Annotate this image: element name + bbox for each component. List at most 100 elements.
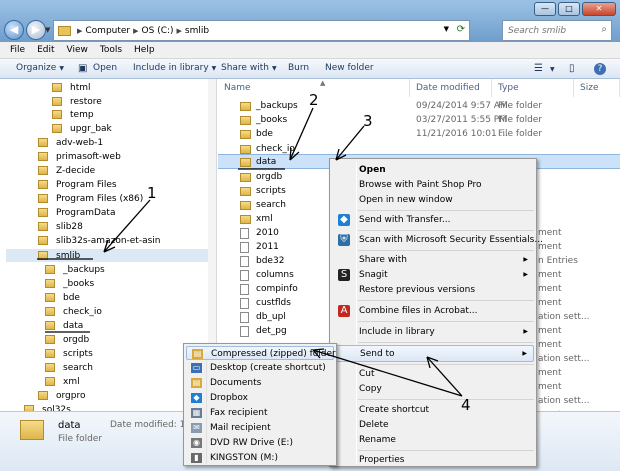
share-with-button[interactable]: Share with ▼: [221, 63, 277, 73]
file-row[interactable]: _books 03/27/2011 5:55 PM File folder: [218, 113, 620, 128]
maximize-button[interactable]: □: [558, 2, 580, 16]
menu-edit[interactable]: Edit: [37, 45, 54, 55]
file-icon: [240, 284, 249, 295]
nav-item-smlib[interactable]: smlib: [6, 249, 208, 262]
menu-separator: [358, 230, 534, 231]
address-bar[interactable]: ▶ Computer ▶ OS (C:) ▶ smlib ▼ ⟳: [53, 20, 470, 41]
nav-item[interactable]: check_io: [45, 305, 102, 318]
nav-item-label: search: [63, 362, 93, 373]
nav-item[interactable]: orgpro: [38, 389, 85, 402]
send-to-kingston-drive[interactable]: ▮ KINGSTON (M:): [186, 451, 334, 465]
organize-button[interactable]: Organize ▼: [16, 63, 64, 73]
menu-item-restore-previous-versions[interactable]: Restore previous versions: [332, 282, 534, 299]
menu-file[interactable]: File: [10, 45, 25, 55]
nav-item[interactable]: sol32s: [24, 403, 71, 411]
chevron-right-icon[interactable]: ▶: [77, 27, 82, 35]
help-icon[interactable]: ?: [594, 63, 606, 75]
nav-item[interactable]: orgdb: [45, 333, 89, 346]
menu-item-send-with-transfer[interactable]: ◆ Send with Transfer...: [332, 212, 534, 229]
back-button[interactable]: ◀: [4, 20, 24, 40]
open-button[interactable]: Open: [93, 63, 117, 73]
search-icon[interactable]: ⌕: [601, 24, 607, 35]
nav-item[interactable]: _backups: [45, 263, 105, 276]
folder-icon: [240, 102, 251, 111]
new-folder-button[interactable]: New folder: [325, 63, 374, 73]
burn-button[interactable]: Burn: [288, 63, 309, 73]
column-header-size[interactable]: Size: [574, 79, 620, 97]
column-header-type[interactable]: Type: [492, 79, 574, 97]
breadcrumb-smlib[interactable]: smlib: [185, 26, 209, 36]
nav-item[interactable]: ProgramData: [38, 206, 115, 219]
nav-item[interactable]: upgr_bak: [52, 122, 112, 135]
nav-item[interactable]: Program Files (x86): [38, 192, 143, 205]
file-row[interactable]: bde 11/21/2016 10:01 ... File folder: [218, 127, 620, 142]
preview-pane-icon[interactable]: ▯: [569, 63, 575, 74]
file-type-truncated: ment: [538, 382, 562, 392]
nav-item[interactable]: Z-decide: [38, 164, 95, 177]
minimize-button[interactable]: —: [534, 2, 556, 16]
nav-item[interactable]: slib32s-amazon-et-asin: [38, 234, 161, 247]
nav-item[interactable]: slib28: [38, 220, 83, 233]
nav-item[interactable]: html: [52, 81, 91, 94]
send-to-desktop[interactable]: ▭ Desktop (create shortcut): [186, 361, 334, 375]
nav-item[interactable]: scripts: [45, 347, 93, 360]
nav-item-data[interactable]: data: [45, 319, 83, 332]
chevron-down-icon[interactable]: ▼: [550, 66, 555, 73]
folder-icon: [52, 110, 62, 119]
menu-item-properties[interactable]: Properties: [332, 452, 534, 469]
send-to-compressed-folder[interactable]: ▤ Compressed (zipped) folder: [186, 346, 336, 360]
send-to-fax-recipient[interactable]: ▦ Fax recipient: [186, 406, 334, 420]
nav-item-label: temp: [70, 109, 94, 120]
send-to-dvd-drive[interactable]: ◉ DVD RW Drive (E:): [186, 436, 334, 450]
nav-item-label: _backups: [63, 264, 105, 275]
column-header-date[interactable]: Date modified: [410, 79, 492, 97]
menu-item-open-new-window[interactable]: Open in new window: [332, 192, 534, 209]
send-to-documents[interactable]: ▤ Documents: [186, 376, 334, 390]
nav-item[interactable]: xml: [45, 375, 80, 388]
nav-item[interactable]: restore: [52, 95, 102, 108]
refresh-icon[interactable]: ⟳: [457, 24, 465, 35]
view-options-icon[interactable]: ☰: [534, 63, 543, 74]
file-row[interactable]: _backups 09/24/2014 9:57 AM File folder: [218, 99, 620, 114]
send-to-mail-recipient[interactable]: ✉ Mail recipient: [186, 421, 334, 435]
send-to-dropbox[interactable]: ◆ Dropbox: [186, 391, 334, 405]
menu-item-send-to[interactable]: Send to ▶: [332, 345, 534, 362]
address-dropdown-icon[interactable]: ▼: [444, 25, 449, 33]
search-input[interactable]: [508, 25, 594, 36]
file-type: File folder: [498, 115, 543, 125]
menu-item-rename[interactable]: Rename: [332, 432, 534, 449]
command-bar: Organize ▼ ▣ Open Include in library ▼ Sha…: [0, 59, 620, 79]
folder-icon: [45, 377, 55, 386]
menu-help[interactable]: Help: [134, 45, 155, 55]
chevron-right-icon[interactable]: ▶: [177, 27, 182, 35]
menu-tools[interactable]: Tools: [100, 45, 122, 55]
file-icon: [240, 228, 249, 239]
menu-bar: File Edit View Tools Help: [0, 42, 620, 59]
nav-item[interactable]: bde: [45, 291, 80, 304]
nav-item[interactable]: search: [45, 361, 93, 374]
nav-item[interactable]: _books: [45, 277, 94, 290]
close-button[interactable]: ✕: [582, 2, 616, 16]
include-in-library-button[interactable]: Include in library ▼: [133, 63, 216, 73]
breadcrumb-os-drive[interactable]: OS (C:): [142, 26, 174, 36]
chevron-right-icon[interactable]: ▶: [133, 27, 138, 35]
submenu-arrow-icon: ▶: [523, 256, 528, 263]
nav-item[interactable]: primasoft-web: [38, 150, 121, 163]
title-bar: — □ ✕ ◀ ▶ ▼ ▶ Computer ▶ OS (C:) ▶ smlib…: [0, 0, 620, 42]
menu-item-scan-security-essentials[interactable]: ⛨ Scan with Microsoft Security Essentials…: [332, 232, 543, 249]
column-header-name[interactable]: Name: [218, 79, 410, 97]
breadcrumb-computer[interactable]: Computer: [85, 26, 130, 36]
menu-item-copy[interactable]: Copy: [332, 381, 534, 398]
menu-view[interactable]: View: [67, 45, 88, 55]
menu-item-include-in-library[interactable]: Include in library ▶: [332, 324, 534, 341]
recent-pages-chevron-icon[interactable]: ▼: [45, 26, 50, 34]
nav-item[interactable]: adv-web-1: [38, 136, 103, 149]
menu-item-label: Mail recipient: [210, 423, 271, 433]
menu-item-combine-acrobat[interactable]: A Combine files in Acrobat...: [332, 303, 534, 320]
file-name: search: [256, 200, 286, 210]
nav-item[interactable]: Program Files: [38, 178, 117, 191]
menu-item-label: Snagit: [359, 270, 388, 280]
search-box[interactable]: ⌕: [502, 20, 612, 41]
forward-button[interactable]: ▶: [26, 20, 46, 40]
nav-item[interactable]: temp: [52, 108, 94, 121]
